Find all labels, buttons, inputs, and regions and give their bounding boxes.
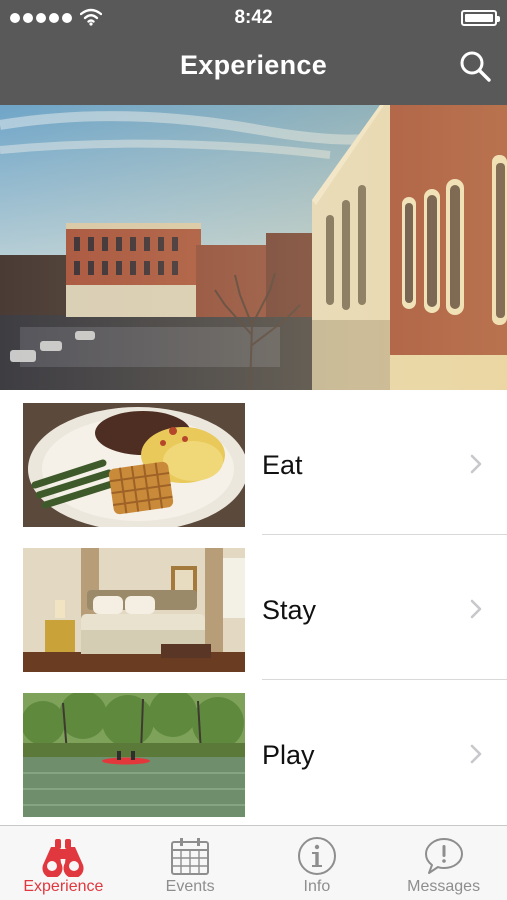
binoculars-icon xyxy=(42,839,84,877)
info-icon xyxy=(297,837,336,875)
chevron-right-icon xyxy=(470,454,482,474)
category-label: Stay xyxy=(262,595,317,625)
category-label: Eat xyxy=(262,450,303,480)
category-label: Play xyxy=(262,740,315,770)
stay-thumbnail xyxy=(23,548,245,672)
tab-label: Experience xyxy=(23,878,104,895)
calendar-icon xyxy=(171,838,210,875)
page-title: Experience xyxy=(179,50,328,80)
category-row-eat[interactable]: Eat xyxy=(0,390,507,535)
navigation-bar: 8:42 Experience xyxy=(0,0,507,105)
tab-messages[interactable]: Messages xyxy=(380,826,507,900)
message-bubble-icon xyxy=(424,838,463,874)
tab-info[interactable]: Info xyxy=(254,826,381,900)
category-row-play[interactable]: Play xyxy=(0,680,507,825)
eat-thumbnail xyxy=(23,403,245,527)
play-thumbnail xyxy=(23,693,245,817)
tab-label: Info xyxy=(303,878,331,895)
chevron-right-icon xyxy=(470,599,482,619)
tab-bar: Experience Events Info Messages xyxy=(0,825,507,900)
status-time: 8:42 xyxy=(234,7,273,28)
tab-label: Events xyxy=(165,878,215,895)
search-icon[interactable] xyxy=(457,48,493,84)
tab-experience[interactable]: Experience xyxy=(0,826,127,900)
tab-label: Messages xyxy=(407,878,481,895)
hero-image xyxy=(0,105,507,390)
status-bar: 8:42 xyxy=(0,0,507,36)
category-row-stay[interactable]: Stay xyxy=(0,535,507,680)
category-list: Eat Stay Play xyxy=(0,390,507,825)
battery-icon xyxy=(461,10,500,26)
tab-events[interactable]: Events xyxy=(127,826,254,900)
chevron-right-icon xyxy=(470,744,482,764)
